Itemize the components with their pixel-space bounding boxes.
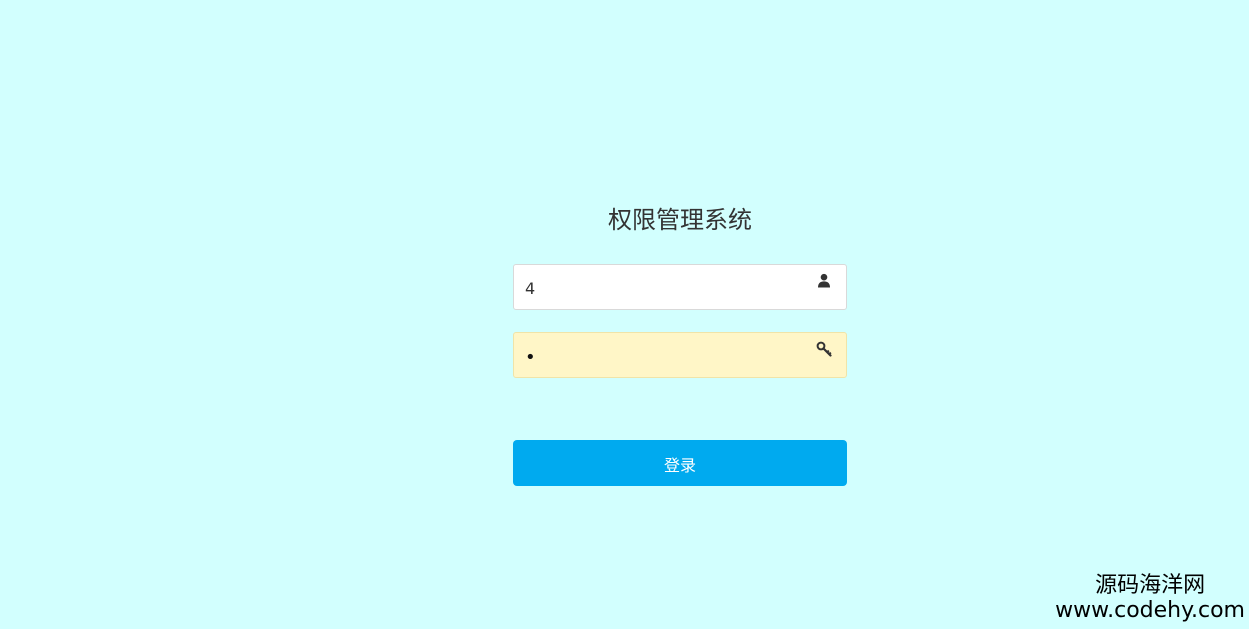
login-form: 权限管理系统 登录 bbox=[513, 202, 847, 486]
watermark-url: www.codehy.com bbox=[1055, 598, 1245, 623]
username-input[interactable] bbox=[514, 265, 846, 309]
page-title: 权限管理系统 bbox=[608, 206, 752, 234]
key-icon bbox=[816, 341, 832, 357]
password-field[interactable] bbox=[513, 332, 847, 378]
user-icon bbox=[816, 273, 832, 289]
watermark-name: 源码海洋网 bbox=[1095, 573, 1206, 598]
watermark: 源码海洋网 www.codehy.com bbox=[1055, 573, 1245, 623]
username-field[interactable] bbox=[513, 264, 847, 310]
login-button[interactable]: 登录 bbox=[513, 440, 847, 486]
password-input[interactable] bbox=[514, 333, 846, 377]
